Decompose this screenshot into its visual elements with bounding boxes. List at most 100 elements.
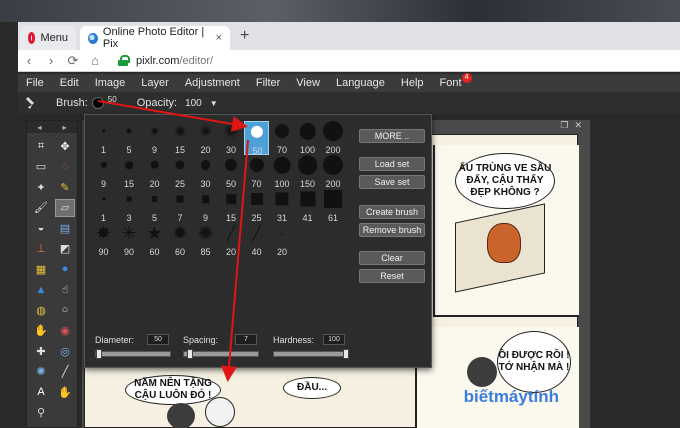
menu-image[interactable]: Image [87, 77, 134, 89]
brush-preset-special-20[interactable]: · 20 [270, 223, 295, 257]
brush-preset-hard-150[interactable]: 150 [295, 155, 320, 189]
blur-icon[interactable]: ● [55, 260, 75, 278]
brush-preset-hard-100[interactable]: 100 [270, 155, 295, 189]
brush-preset-soft-100[interactable]: 100 [295, 121, 320, 155]
brush-preset-square-15[interactable]: 15 [219, 189, 244, 223]
spacing-slider[interactable] [183, 351, 259, 357]
brush-preset-soft-1[interactable]: 1 [91, 121, 116, 155]
brush-preset-square-1[interactable]: 1 [91, 189, 116, 223]
menu-filter[interactable]: Filter [248, 77, 288, 89]
brush-preset-square-61[interactable]: 61 [321, 189, 346, 223]
brush-preset-square-31[interactable]: 31 [270, 189, 295, 223]
collapse-left-icon[interactable]: ◂ [37, 123, 41, 132]
menu-file[interactable]: File [18, 77, 52, 89]
load-set-button[interactable]: Load set [359, 157, 425, 171]
brush-preset-square-9[interactable]: 9 [193, 189, 218, 223]
menu-edit[interactable]: Edit [52, 77, 87, 89]
brush-preset-special-60[interactable]: ★ 60 [142, 223, 167, 257]
brush-icon[interactable]: 🖌 [31, 199, 51, 217]
hand-icon[interactable]: ✋ [55, 383, 75, 401]
sponge-icon[interactable]: ◍ [31, 301, 51, 319]
brush-preset-hard-30[interactable]: 30 [193, 155, 218, 189]
brush-preset-square-3[interactable]: 3 [117, 189, 142, 223]
brush-preset-square-5[interactable]: 5 [142, 189, 167, 223]
brush-preset-soft-20[interactable]: 20 [193, 121, 218, 155]
save-set-button[interactable]: Save set [359, 175, 425, 189]
burn-icon[interactable]: ✋ [31, 322, 51, 340]
opera-menu-tab[interactable]: Menu [20, 26, 76, 50]
spacing-slider-thumb[interactable] [186, 349, 193, 359]
marquee-icon[interactable]: ▭ [31, 158, 51, 176]
brush-preset-hard-9[interactable]: 9 [91, 155, 116, 189]
brush-preset-hard-70[interactable]: 70 [244, 155, 269, 189]
brush-preset-soft-15[interactable]: 15 [168, 121, 193, 155]
back-button[interactable]: ‹ [18, 53, 40, 68]
brush-preset-special-85[interactable]: ✺ 85 [193, 223, 218, 257]
lasso-icon[interactable]: ◌ [55, 158, 75, 176]
spacing-value[interactable]: 7 [235, 334, 257, 345]
home-button[interactable]: ⌂ [84, 53, 106, 68]
redeye-icon[interactable]: ◉ [55, 322, 75, 340]
brush-preset-hard-20[interactable]: 20 [142, 155, 167, 189]
menu-help[interactable]: Help [393, 77, 432, 89]
zoom-icon[interactable]: ⚲ [31, 404, 51, 422]
menu-font[interactable]: Font 4 [432, 73, 472, 89]
sharpen-icon[interactable]: ▲ [31, 281, 51, 299]
brush-preset-soft-50[interactable]: 50 [244, 121, 269, 156]
more-button[interactable]: MORE .. [359, 129, 425, 143]
stamp-icon[interactable]: ⊥ [31, 240, 51, 258]
opacity-dropdown-icon[interactable]: ▼ [210, 99, 218, 108]
restore-window-icon[interactable]: ❐ [560, 120, 568, 132]
wand-icon[interactable]: ✦ [31, 178, 51, 196]
brush-preset-square-25[interactable]: 25 [244, 189, 269, 223]
diameter-slider[interactable] [95, 351, 171, 357]
pinch-icon[interactable]: ✺ [31, 363, 51, 381]
tab-pixlr-editor[interactable]: Online Photo Editor | Pix × [80, 26, 230, 50]
eraser-icon[interactable]: ▱ [55, 198, 75, 217]
brush-preset-soft-70[interactable]: 70 [270, 121, 295, 155]
brush-preset-special-60[interactable]: ✹ 60 [168, 223, 193, 257]
brush-preset-special-90[interactable]: ✳ 90 [117, 223, 142, 257]
reload-button[interactable]: ⟳ [62, 53, 84, 69]
brush-preset-special-20[interactable]: ╱ 20 [219, 223, 244, 257]
menu-adjustment[interactable]: Adjustment [177, 77, 248, 89]
brush-preset-hard-50[interactable]: 50 [219, 155, 244, 189]
crop-icon[interactable]: ⌗ [31, 137, 51, 155]
clear-button[interactable]: Clear [359, 251, 425, 265]
address-bar[interactable]: pixlr.com/editor/ [136, 55, 213, 67]
brush-preset-hard-15[interactable]: 15 [117, 155, 142, 189]
menu-view[interactable]: View [288, 77, 328, 89]
replace-icon[interactable]: ◩ [55, 240, 75, 258]
reset-button[interactable]: Reset [359, 269, 425, 283]
brush-preset-square-7[interactable]: 7 [168, 189, 193, 223]
hardness-slider-thumb[interactable] [343, 349, 349, 359]
brush-preset-soft-9[interactable]: 9 [142, 121, 167, 155]
brush-preset-special-90[interactable]: ✸ 90 [91, 223, 116, 257]
new-tab-button[interactable]: + [240, 27, 249, 45]
gradient-icon[interactable]: ▤ [55, 219, 75, 237]
brush-preset-picker[interactable] [91, 97, 104, 109]
forward-button[interactable]: › [40, 53, 62, 68]
diameter-slider-thumb[interactable] [96, 349, 103, 359]
bucket-icon[interactable]: ◒ [31, 219, 51, 237]
menu-language[interactable]: Language [328, 77, 393, 89]
create-brush-button[interactable]: Create brush [359, 205, 425, 219]
hardness-slider[interactable] [273, 351, 349, 357]
close-window-icon[interactable]: ✕ [574, 120, 582, 132]
brush-preset-hard-200[interactable]: 200 [321, 155, 346, 189]
brush-preset-special-40[interactable]: ╱ 40 [244, 223, 269, 257]
smudge-icon[interactable]: ☝ [55, 281, 75, 299]
move-icon[interactable]: ✥ [55, 137, 75, 155]
dodge-icon[interactable]: ○ [55, 301, 75, 319]
brush-preset-soft-5[interactable]: 5 [117, 121, 142, 155]
spot-heal-icon[interactable]: ✚ [31, 342, 51, 360]
remove-brush-button[interactable]: Remove brush [359, 223, 425, 237]
brush-preset-soft-200[interactable]: 200 [321, 121, 346, 155]
diameter-value[interactable]: 50 [147, 334, 169, 345]
brush-preset-soft-30[interactable]: 30 [219, 121, 244, 155]
pencil-icon[interactable]: ✎ [55, 178, 75, 196]
bloat-icon[interactable]: ◎ [55, 342, 75, 360]
brush-preset-hard-25[interactable]: 25 [168, 155, 193, 189]
menu-layer[interactable]: Layer [133, 77, 177, 89]
colorpicker-icon[interactable]: ╱ [55, 363, 75, 381]
